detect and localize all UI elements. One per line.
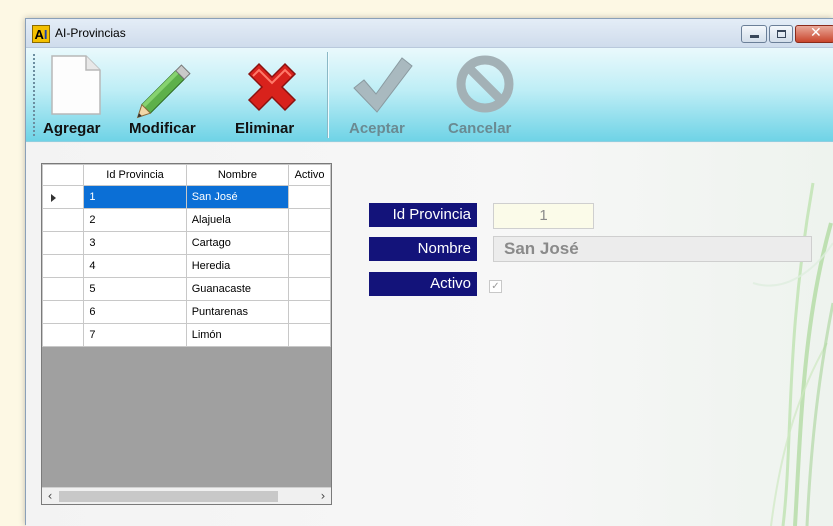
- cell-activo[interactable]: [288, 208, 331, 232]
- grass-decoration: [752, 182, 833, 526]
- cell-id[interactable]: 3: [83, 231, 187, 255]
- agregar-label: Agregar: [43, 120, 101, 137]
- close-icon: ✕: [810, 25, 822, 41]
- cell-activo[interactable]: [288, 185, 331, 209]
- row-header[interactable]: [42, 300, 85, 324]
- cell-activo[interactable]: [288, 231, 331, 255]
- cell-nombre[interactable]: Alajuela: [185, 208, 290, 232]
- delete-x-icon: [247, 62, 297, 112]
- column-header-nombre[interactable]: Nombre: [185, 164, 290, 186]
- nombre-field[interactable]: San José: [493, 236, 812, 262]
- cell-activo[interactable]: [288, 300, 331, 324]
- table-row[interactable]: 6 Puntarenas: [42, 300, 331, 324]
- cancelar-label: Cancelar: [448, 120, 512, 137]
- column-header-activo[interactable]: Activo: [288, 164, 331, 186]
- table-row[interactable]: 7 Limón: [42, 323, 331, 347]
- checkmark-icon: [353, 57, 413, 113]
- cell-nombre[interactable]: San José: [185, 185, 290, 209]
- cell-nombre[interactable]: Limón: [185, 323, 290, 347]
- content-area: Id Provincia Nombre Activo 1 San José 2 …: [26, 143, 833, 526]
- eliminar-button[interactable]: Eliminar: [233, 48, 313, 142]
- cell-nombre[interactable]: Cartago: [185, 231, 290, 255]
- current-row-arrow-icon: [51, 194, 56, 202]
- maximize-button[interactable]: [769, 25, 793, 43]
- cell-nombre[interactable]: Puntarenas: [185, 300, 290, 324]
- title-bar[interactable]: AI AI-Provincias ✕: [26, 19, 833, 48]
- pencil-icon: [136, 64, 191, 119]
- nombre-label: Nombre: [369, 237, 477, 261]
- modificar-button[interactable]: Modificar: [125, 48, 215, 142]
- app-icon: AI: [32, 25, 50, 43]
- id-provincia-label: Id Provincia: [369, 203, 477, 227]
- table-row[interactable]: 1 San José: [42, 185, 331, 209]
- table-row[interactable]: 2 Alajuela: [42, 208, 331, 232]
- column-header-id[interactable]: Id Provincia: [83, 164, 187, 186]
- toolbar-grip[interactable]: [33, 54, 36, 136]
- cell-id[interactable]: 5: [83, 277, 187, 301]
- maximize-icon: [777, 30, 786, 38]
- row-header-corner: [42, 164, 85, 186]
- cell-id[interactable]: 4: [83, 254, 187, 278]
- cell-nombre[interactable]: Guanacaste: [185, 277, 290, 301]
- cancelar-button[interactable]: Cancelar: [446, 48, 526, 142]
- cell-activo[interactable]: [288, 323, 331, 347]
- toolbar-separator: [327, 52, 329, 138]
- cell-nombre[interactable]: Heredia: [185, 254, 290, 278]
- eliminar-label: Eliminar: [235, 120, 295, 137]
- activo-checkbox[interactable]: ✓: [489, 280, 502, 293]
- horizontal-scrollbar[interactable]: ‹ ›: [42, 487, 331, 504]
- minimize-button[interactable]: [741, 25, 767, 43]
- scroll-left-icon[interactable]: ‹: [42, 488, 58, 504]
- aceptar-label: Aceptar: [349, 120, 405, 137]
- modificar-label: Modificar: [129, 120, 196, 137]
- minimize-icon: [750, 35, 759, 38]
- grid-header-row: Id Provincia Nombre Activo: [42, 164, 331, 186]
- row-header[interactable]: [42, 185, 85, 209]
- table-row[interactable]: 5 Guanacaste: [42, 277, 331, 301]
- cancel-circle-icon: [456, 55, 514, 113]
- aceptar-button[interactable]: Aceptar: [346, 48, 422, 142]
- cell-id[interactable]: 6: [83, 300, 187, 324]
- cell-id[interactable]: 7: [83, 323, 187, 347]
- table-row[interactable]: 3 Cartago: [42, 231, 331, 255]
- row-header[interactable]: [42, 277, 85, 301]
- cell-activo[interactable]: [288, 254, 331, 278]
- cell-id[interactable]: 2: [83, 208, 187, 232]
- table-row[interactable]: 4 Heredia: [42, 254, 331, 278]
- provincias-grid[interactable]: Id Provincia Nombre Activo 1 San José 2 …: [41, 163, 332, 505]
- agregar-button[interactable]: Agregar: [40, 48, 116, 142]
- row-header[interactable]: [42, 323, 85, 347]
- scroll-right-icon[interactable]: ›: [315, 488, 331, 504]
- scrollbar-thumb[interactable]: [59, 491, 278, 502]
- close-button[interactable]: ✕: [795, 25, 833, 43]
- activo-label: Activo: [369, 272, 477, 296]
- window-title: AI-Provincias: [55, 26, 126, 40]
- toolbar: Agregar Modificar Eliminar Aceptar Cance…: [26, 48, 833, 142]
- row-header[interactable]: [42, 208, 85, 232]
- main-window: AI AI-Provincias ✕ Agregar Modificar Eli…: [25, 18, 833, 526]
- row-header[interactable]: [42, 254, 85, 278]
- id-provincia-field[interactable]: 1: [493, 203, 594, 229]
- cell-activo[interactable]: [288, 277, 331, 301]
- row-header[interactable]: [42, 231, 85, 255]
- cell-id[interactable]: 1: [83, 185, 187, 209]
- grid-table: Id Provincia Nombre Activo 1 San José 2 …: [42, 164, 331, 347]
- new-document-icon: [51, 55, 101, 115]
